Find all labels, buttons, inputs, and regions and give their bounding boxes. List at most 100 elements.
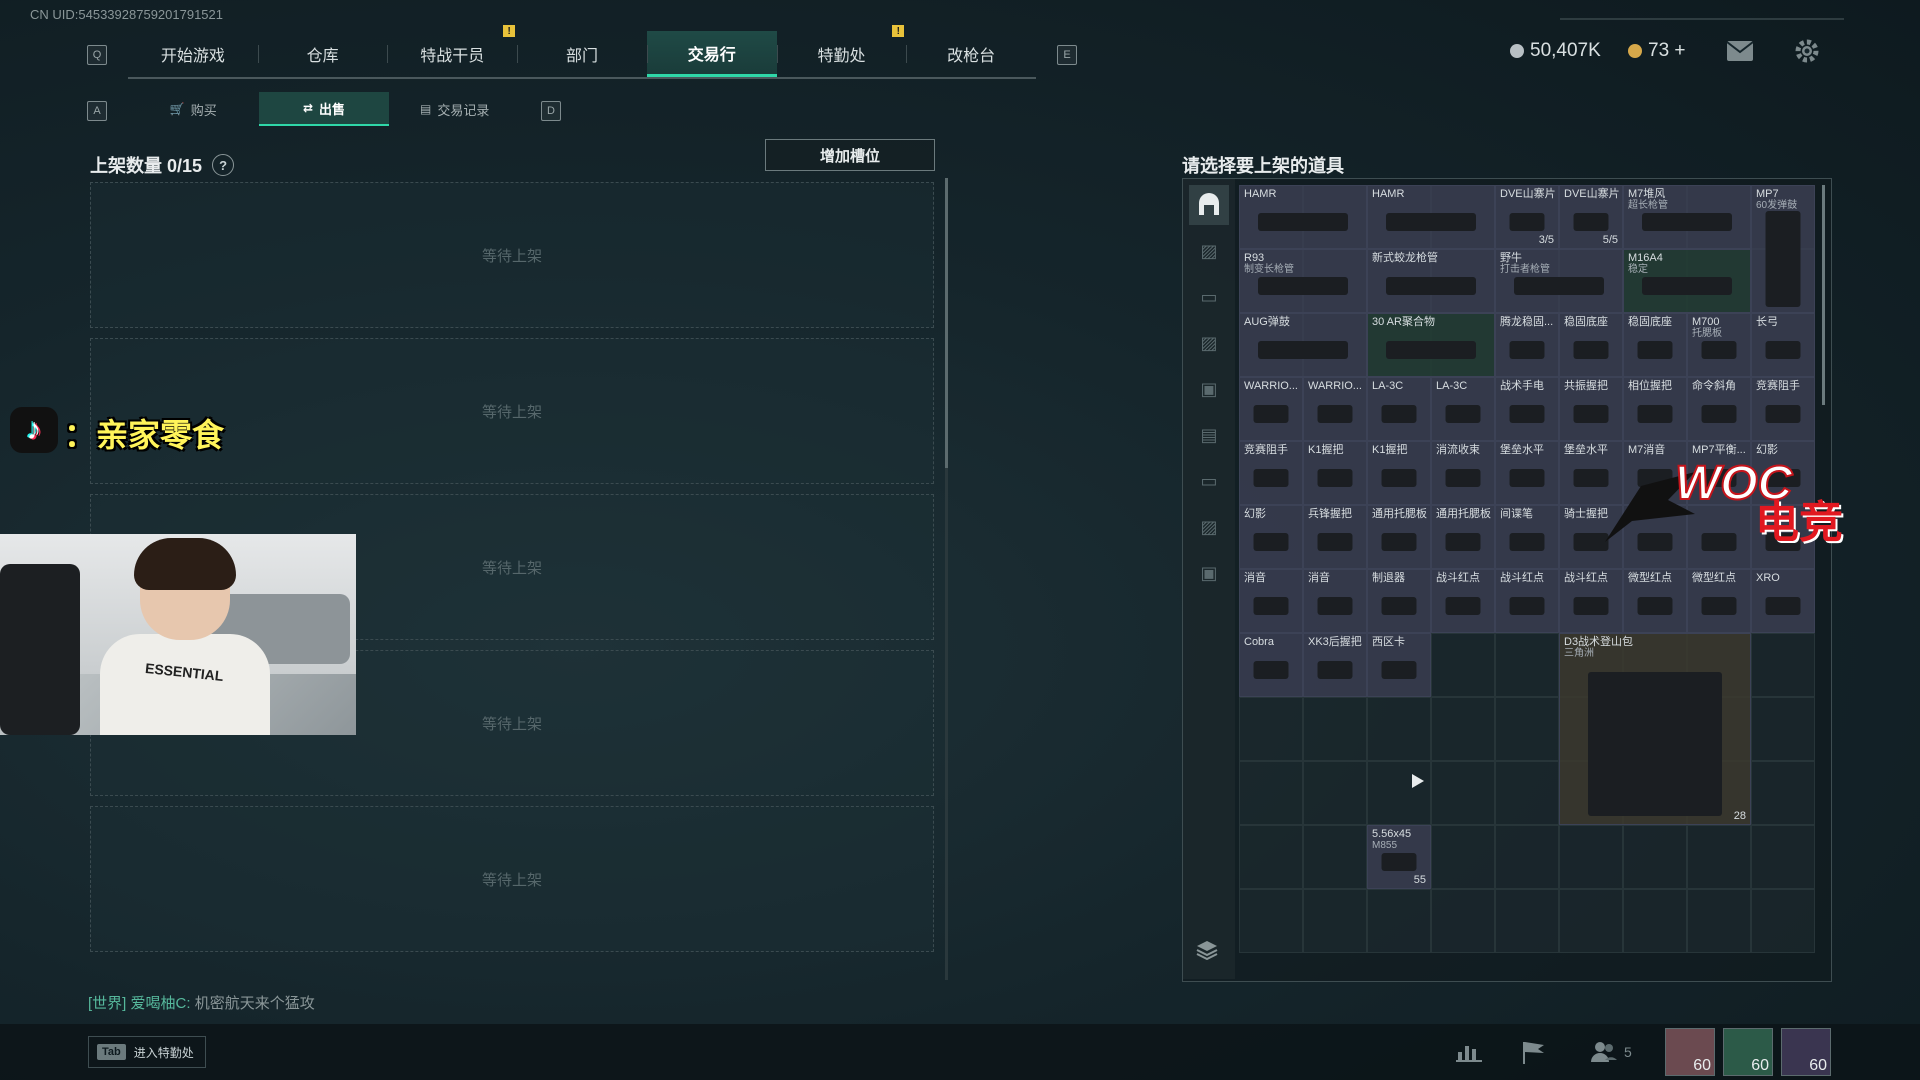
inventory-empty-cell[interactable] bbox=[1431, 761, 1495, 825]
inventory-item[interactable]: 间谍笔 bbox=[1495, 505, 1559, 569]
inventory-empty-cell[interactable] bbox=[1559, 825, 1623, 889]
inventory-empty-cell[interactable] bbox=[1495, 889, 1559, 953]
category-backpack-icon[interactable]: ▤ bbox=[1189, 415, 1229, 455]
nav-tab-0[interactable]: 开始游戏 bbox=[128, 31, 258, 77]
inventory-empty-cell[interactable] bbox=[1303, 761, 1367, 825]
inventory-empty-cell[interactable] bbox=[1623, 889, 1687, 953]
inventory-item[interactable]: 稳固底座 bbox=[1559, 313, 1623, 377]
flag-icon[interactable] bbox=[1520, 1040, 1546, 1070]
inventory-item[interactable]: 腾龙稳固... bbox=[1495, 313, 1559, 377]
inventory-empty-cell[interactable] bbox=[1495, 697, 1559, 761]
inventory-item[interactable]: 战术手电 bbox=[1495, 377, 1559, 441]
inventory-empty-cell[interactable] bbox=[1239, 697, 1303, 761]
category-weapon-icon[interactable]: ▨ bbox=[1189, 231, 1229, 271]
currency-premium[interactable]: 73 + bbox=[1628, 40, 1686, 62]
inventory-item[interactable]: HAMR bbox=[1239, 185, 1367, 249]
inventory-item[interactable]: 幻影 bbox=[1239, 505, 1303, 569]
nav-tab-1[interactable]: 仓库 bbox=[257, 31, 388, 77]
inventory-empty-cell[interactable] bbox=[1559, 889, 1623, 953]
inventory-item[interactable]: 兵锋握把 bbox=[1303, 505, 1367, 569]
inventory-item[interactable]: XK3后握把 bbox=[1303, 633, 1367, 697]
inventory-empty-cell[interactable] bbox=[1751, 697, 1815, 761]
teammate-avatar[interactable]: 60 bbox=[1665, 1028, 1715, 1076]
team-members[interactable]: 5 bbox=[1590, 1040, 1632, 1064]
nav-tab-3[interactable]: 部门 bbox=[517, 31, 647, 77]
inventory-item[interactable]: 堡垒水平 bbox=[1495, 441, 1559, 505]
inventory-item[interactable]: Cobra bbox=[1239, 633, 1303, 697]
inventory-item[interactable]: 稳固底座 bbox=[1623, 313, 1687, 377]
inventory-empty-cell[interactable] bbox=[1367, 761, 1431, 825]
subnav-tab-2[interactable]: ▤ 交易记录 bbox=[389, 92, 520, 126]
inventory-empty-cell[interactable] bbox=[1303, 825, 1367, 889]
listing-slot[interactable]: 等待上架 bbox=[90, 182, 934, 328]
inventory-empty-cell[interactable] bbox=[1239, 889, 1303, 953]
inventory-item[interactable]: 竞赛阻手 bbox=[1239, 441, 1303, 505]
inventory-empty-cell[interactable] bbox=[1239, 825, 1303, 889]
inventory-item[interactable]: DVE山寨片 3/5 bbox=[1495, 185, 1559, 249]
inventory-item[interactable]: 消音 bbox=[1303, 569, 1367, 633]
inventory-empty-cell[interactable] bbox=[1239, 761, 1303, 825]
inventory-scrollbar[interactable] bbox=[1822, 185, 1825, 405]
inventory-empty-cell[interactable] bbox=[1687, 889, 1751, 953]
category-attachment-icon[interactable]: ▨ bbox=[1189, 323, 1229, 363]
inventory-empty-cell[interactable] bbox=[1303, 697, 1367, 761]
inventory-item[interactable]: R93 制变长枪管 bbox=[1239, 249, 1367, 313]
inventory-item[interactable]: 5.56x45 M855 55 bbox=[1367, 825, 1431, 889]
inventory-empty-cell[interactable] bbox=[1367, 697, 1431, 761]
chat-user[interactable]: 爱喝柚C: bbox=[131, 995, 191, 1012]
inventory-item[interactable]: 微型红点 bbox=[1623, 569, 1687, 633]
subnav-tab-1[interactable]: ⇄ 出售 bbox=[258, 92, 390, 126]
inventory-item[interactable]: M700 托腮板 bbox=[1687, 313, 1751, 377]
inventory-item[interactable]: DVE山寨片 5/5 bbox=[1559, 185, 1623, 249]
settings-gear-icon[interactable] bbox=[1794, 38, 1820, 69]
teammate-avatar[interactable]: 60 bbox=[1723, 1028, 1773, 1076]
enter-special-ops-button[interactable]: Tab 进入特勤处 bbox=[88, 1036, 206, 1068]
inventory-item[interactable]: 野牛 打击者枪管 bbox=[1495, 249, 1623, 313]
inventory-item[interactable]: M16A4 稳定 bbox=[1623, 249, 1751, 313]
inventory-item[interactable]: 战斗红点 bbox=[1495, 569, 1559, 633]
inventory-empty-cell[interactable] bbox=[1431, 889, 1495, 953]
category-armor-icon[interactable]: ▣ bbox=[1189, 369, 1229, 409]
inventory-item[interactable]: LA-3C bbox=[1367, 377, 1431, 441]
inventory-item[interactable]: 新式蛟龙枪管 bbox=[1367, 249, 1495, 313]
stats-chart-icon[interactable] bbox=[1456, 1040, 1482, 1068]
inventory-item[interactable]: 长弓 bbox=[1751, 313, 1815, 377]
inventory-item[interactable]: 命令斜角 bbox=[1687, 377, 1751, 441]
inventory-empty-cell[interactable] bbox=[1751, 633, 1815, 697]
inventory-empty-cell[interactable] bbox=[1431, 633, 1495, 697]
add-slot-button[interactable]: 增加槽位 bbox=[765, 139, 935, 171]
inventory-empty-cell[interactable] bbox=[1495, 825, 1559, 889]
inventory-empty-cell[interactable] bbox=[1431, 697, 1495, 761]
inventory-empty-cell[interactable] bbox=[1495, 633, 1559, 697]
inventory-empty-cell[interactable] bbox=[1751, 889, 1815, 953]
inventory-item[interactable]: 微型红点 bbox=[1687, 569, 1751, 633]
inventory-item[interactable]: WARRIO... bbox=[1239, 377, 1303, 441]
nav-tab-4[interactable]: 交易行 bbox=[646, 31, 777, 77]
category-misc-icon[interactable]: ▣ bbox=[1189, 553, 1229, 593]
help-icon[interactable]: ? bbox=[212, 154, 235, 176]
inventory-item[interactable]: WARRIO... bbox=[1303, 377, 1367, 441]
inventory-empty-cell[interactable] bbox=[1623, 825, 1687, 889]
inventory-item[interactable]: LA-3C bbox=[1431, 377, 1495, 441]
inventory-item[interactable]: 制退器 bbox=[1367, 569, 1431, 633]
inventory-empty-cell[interactable] bbox=[1495, 761, 1559, 825]
category-ammo-icon[interactable]: ▭ bbox=[1189, 461, 1229, 501]
inventory-empty-cell[interactable] bbox=[1303, 889, 1367, 953]
mail-icon[interactable] bbox=[1726, 40, 1754, 67]
inventory-item[interactable]: XRO bbox=[1751, 569, 1815, 633]
layers-icon[interactable] bbox=[1196, 940, 1218, 966]
inventory-item[interactable]: 战斗红点 bbox=[1431, 569, 1495, 633]
listing-slot[interactable]: 等待上架 bbox=[90, 806, 934, 952]
inventory-item[interactable]: 竞赛阻手 bbox=[1751, 377, 1815, 441]
inventory-item[interactable]: 消音 bbox=[1239, 569, 1303, 633]
inventory-item[interactable]: 消流收束 bbox=[1431, 441, 1495, 505]
inventory-item[interactable]: HAMR bbox=[1367, 185, 1495, 249]
nav-tab-6[interactable]: 改枪台 bbox=[906, 31, 1036, 77]
inventory-item[interactable]: AUG弹鼓 bbox=[1239, 313, 1367, 377]
inventory-item[interactable]: K1握把 bbox=[1303, 441, 1367, 505]
inventory-item[interactable]: 西区卡 bbox=[1367, 633, 1431, 697]
inventory-item[interactable]: 通用托腮板 bbox=[1367, 505, 1431, 569]
nav-tab-2[interactable]: 特战干员! bbox=[387, 25, 517, 77]
inventory-item[interactable]: MP7 60发弹鼓 bbox=[1751, 185, 1815, 313]
inventory-item[interactable]: M7堆风 超长枪管 bbox=[1623, 185, 1751, 249]
